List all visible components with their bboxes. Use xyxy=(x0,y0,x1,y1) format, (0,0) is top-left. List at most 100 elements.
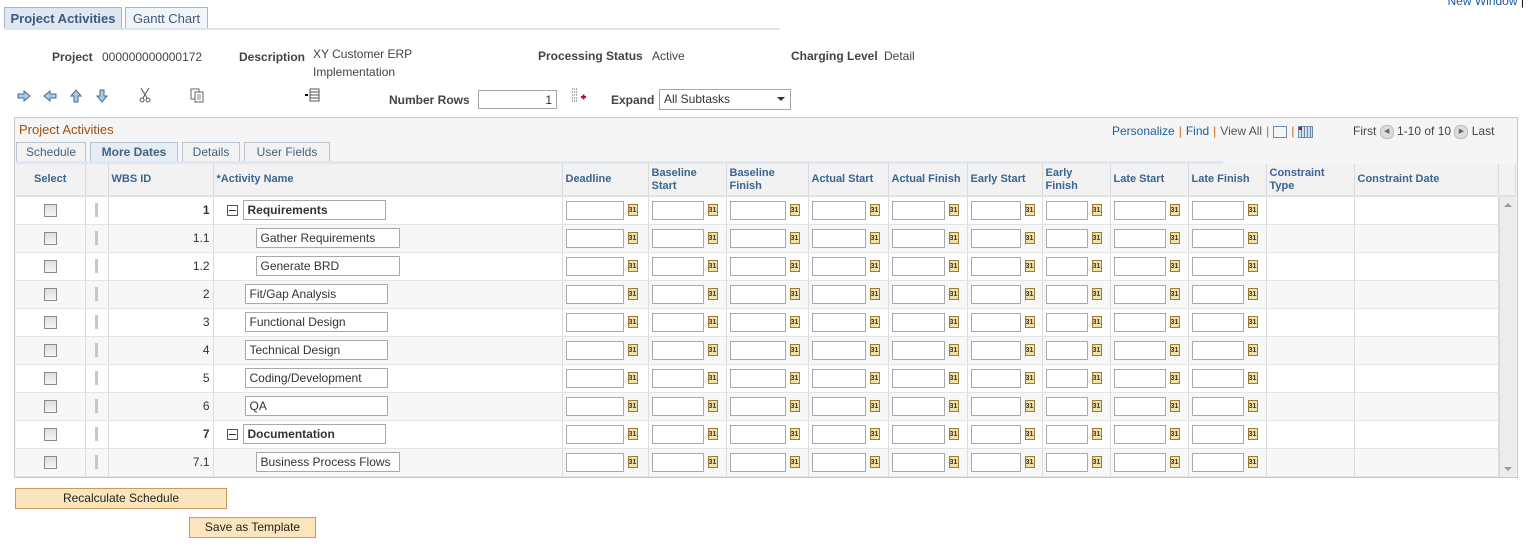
baseline-start-input[interactable] xyxy=(651,340,704,360)
late-start-input[interactable] xyxy=(1113,396,1166,416)
insert-rows-icon[interactable] xyxy=(305,87,321,103)
actual-start-input[interactable] xyxy=(811,312,866,332)
baseline-finish-input[interactable] xyxy=(729,200,786,220)
collapse-icon[interactable] xyxy=(226,204,238,216)
calendar-icon[interactable]: 31 xyxy=(627,260,638,272)
actual-start-input[interactable] xyxy=(811,284,866,304)
early-finish-input[interactable] xyxy=(1045,200,1088,220)
move-up-arrow-icon[interactable] xyxy=(68,88,84,104)
late-finish-input[interactable] xyxy=(1191,452,1244,472)
calendar-icon[interactable]: 31 xyxy=(707,204,718,217)
baseline-finish-input[interactable] xyxy=(729,396,786,416)
calendar-icon[interactable]: 31 xyxy=(789,232,800,244)
scroll-up-icon[interactable] xyxy=(1504,203,1512,207)
baseline-finish-input[interactable] xyxy=(729,452,786,472)
calendar-icon[interactable]: 31 xyxy=(869,232,880,244)
tab-project-activities[interactable]: Project Activities xyxy=(4,7,122,29)
row-drag-handle[interactable] xyxy=(95,371,98,385)
late-finish-input[interactable] xyxy=(1191,340,1244,360)
row-drag-handle[interactable] xyxy=(95,343,98,357)
calendar-icon[interactable]: 31 xyxy=(707,456,718,468)
early-finish-input[interactable] xyxy=(1045,424,1088,444)
indent-right-arrow-icon[interactable] xyxy=(16,88,32,104)
find-link[interactable]: Find xyxy=(1186,124,1209,138)
view-all-link[interactable]: View All xyxy=(1220,124,1262,138)
baseline-finish-input[interactable] xyxy=(729,256,786,276)
activity-name-input[interactable]: Technical Design xyxy=(244,340,388,360)
grid-scrollbar[interactable] xyxy=(1499,197,1516,477)
calendar-icon[interactable]: 31 xyxy=(948,428,959,440)
early-finish-input[interactable] xyxy=(1045,396,1088,416)
late-finish-input[interactable] xyxy=(1191,312,1244,332)
baseline-finish-input[interactable] xyxy=(729,284,786,304)
calendar-icon[interactable]: 31 xyxy=(1091,428,1102,440)
calendar-icon[interactable]: 31 xyxy=(1091,372,1102,384)
row-drag-handle[interactable] xyxy=(95,427,98,441)
late-finish-input[interactable] xyxy=(1191,256,1244,276)
late-finish-input[interactable] xyxy=(1191,284,1244,304)
baseline-start-input[interactable] xyxy=(651,368,704,388)
calendar-icon[interactable]: 31 xyxy=(789,288,800,300)
calendar-icon[interactable]: 31 xyxy=(789,428,800,440)
calendar-icon[interactable]: 31 xyxy=(707,400,718,412)
actual-start-input[interactable] xyxy=(811,256,866,276)
deadline-input[interactable] xyxy=(565,340,624,360)
calendar-icon[interactable]: 31 xyxy=(1024,428,1035,440)
late-start-input[interactable] xyxy=(1113,368,1166,388)
calendar-icon[interactable]: 31 xyxy=(1091,260,1102,272)
calendar-icon[interactable]: 31 xyxy=(1024,204,1035,217)
calendar-icon[interactable]: 31 xyxy=(1169,232,1180,244)
tab-gantt-chart[interactable]: Gantt Chart xyxy=(125,7,208,28)
actual-finish-input[interactable] xyxy=(891,452,945,472)
activity-name-input[interactable]: Functional Design xyxy=(244,312,388,332)
calendar-icon[interactable]: 31 xyxy=(869,260,880,272)
calendar-icon[interactable]: 31 xyxy=(789,456,800,468)
actual-finish-input[interactable] xyxy=(891,228,945,248)
calendar-icon[interactable]: 31 xyxy=(1247,344,1258,356)
calendar-icon[interactable]: 31 xyxy=(707,428,718,440)
late-start-input[interactable] xyxy=(1113,228,1166,248)
calendar-icon[interactable]: 31 xyxy=(627,204,638,217)
baseline-finish-input[interactable] xyxy=(729,312,786,332)
early-start-input[interactable] xyxy=(970,452,1021,472)
number-rows-input[interactable]: 1 xyxy=(478,90,557,109)
scroll-down-icon[interactable] xyxy=(1504,467,1512,471)
calendar-icon[interactable]: 31 xyxy=(869,428,880,440)
late-start-input[interactable] xyxy=(1113,340,1166,360)
calendar-icon[interactable]: 31 xyxy=(1247,260,1258,272)
add-rows-icon[interactable] xyxy=(571,87,587,103)
calendar-icon[interactable]: 31 xyxy=(948,204,959,217)
early-start-input[interactable] xyxy=(970,200,1021,220)
early-start-input[interactable] xyxy=(970,256,1021,276)
late-finish-input[interactable] xyxy=(1191,200,1244,220)
calendar-icon[interactable]: 31 xyxy=(627,456,638,468)
actual-finish-input[interactable] xyxy=(891,340,945,360)
activity-name-input[interactable]: QA xyxy=(244,396,388,416)
calendar-icon[interactable]: 31 xyxy=(1169,204,1180,217)
calendar-icon[interactable]: 31 xyxy=(948,316,959,328)
calendar-icon[interactable]: 31 xyxy=(1024,260,1035,272)
collapse-icon[interactable] xyxy=(226,428,238,440)
calendar-icon[interactable]: 31 xyxy=(1091,456,1102,468)
calendar-icon[interactable]: 31 xyxy=(948,232,959,244)
first-link[interactable]: First xyxy=(1353,124,1376,138)
baseline-start-input[interactable] xyxy=(651,312,704,332)
calendar-icon[interactable]: 31 xyxy=(707,344,718,356)
copy-icon[interactable] xyxy=(189,87,205,103)
outdent-left-arrow-icon[interactable] xyxy=(42,88,58,104)
row-drag-handle[interactable] xyxy=(95,315,98,329)
select-checkbox[interactable] xyxy=(43,231,57,245)
late-start-input[interactable] xyxy=(1113,312,1166,332)
calendar-icon[interactable]: 31 xyxy=(789,372,800,384)
late-finish-input[interactable] xyxy=(1191,396,1244,416)
early-start-input[interactable] xyxy=(970,228,1021,248)
select-checkbox[interactable] xyxy=(43,287,57,301)
calendar-icon[interactable]: 31 xyxy=(1247,288,1258,300)
calendar-icon[interactable]: 31 xyxy=(1169,288,1180,300)
download-grid-icon[interactable] xyxy=(1298,125,1314,138)
row-drag-handle[interactable] xyxy=(95,231,98,245)
select-checkbox[interactable] xyxy=(43,203,57,217)
row-drag-handle[interactable] xyxy=(95,399,98,413)
expand-select[interactable]: All Subtasks xyxy=(659,89,791,110)
baseline-start-input[interactable] xyxy=(651,228,704,248)
